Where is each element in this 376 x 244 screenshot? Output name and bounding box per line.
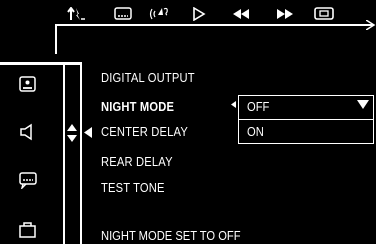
lock-icon[interactable] — [18, 220, 38, 238]
dropdown-arrow-icon[interactable] — [357, 100, 369, 109]
toolbar-frame-left-line — [55, 24, 57, 54]
play-icon[interactable] — [192, 6, 206, 22]
audio-icon[interactable] — [148, 6, 170, 22]
audio-settings-icon[interactable] — [66, 6, 86, 22]
divider-band — [0, 62, 82, 65]
subtitle-icon[interactable] — [114, 6, 132, 22]
rewind-icon[interactable] — [232, 6, 250, 22]
dropdown-separator — [238, 119, 374, 120]
dropdown-pointer-icon — [231, 101, 236, 108]
display-setup-icon[interactable] — [18, 76, 38, 94]
menu-item-center-delay[interactable]: CENTER DELAY — [101, 125, 188, 139]
menu-item-rear-delay[interactable]: REAR DELAY — [101, 155, 173, 169]
fast-forward-icon[interactable] — [276, 6, 294, 22]
sidebar-line-right — [80, 62, 82, 244]
status-message: NIGHT MODE SET TO OFF — [101, 228, 241, 243]
sidebar-line-left — [63, 62, 65, 244]
speaker-icon[interactable] — [18, 123, 38, 141]
menu-item-night-mode[interactable]: NIGHT MODE — [101, 100, 174, 114]
dropdown-option-off[interactable]: OFF — [247, 100, 269, 114]
display-icon[interactable] — [314, 6, 334, 22]
toolbar-frame-bottom-line — [55, 24, 373, 26]
left-arrow-icon[interactable] — [84, 127, 93, 138]
toolbar-frame-arrow-icon — [366, 20, 376, 30]
menu-item-digital-output[interactable]: DIGITAL OUTPUT — [101, 71, 195, 85]
menu-item-test-tone[interactable]: TEST TONE — [101, 181, 165, 195]
subtitle-setup-icon[interactable] — [18, 171, 38, 189]
up-down-arrow-icon[interactable] — [64, 122, 80, 144]
dropdown-option-on[interactable]: ON — [247, 125, 264, 139]
